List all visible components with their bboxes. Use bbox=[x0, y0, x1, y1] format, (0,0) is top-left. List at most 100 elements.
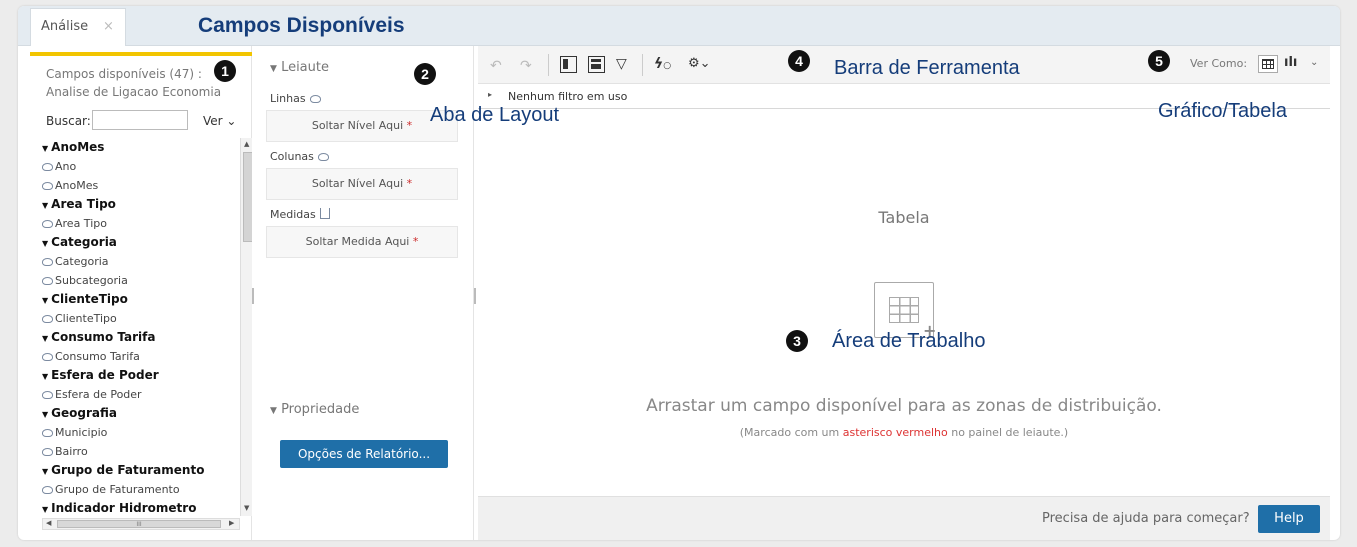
properties-section-title: Propriedade bbox=[281, 402, 360, 417]
scroll-left-icon[interactable]: ◀ bbox=[46, 519, 51, 527]
tree-level[interactable]: Ano bbox=[42, 157, 238, 176]
level-icon bbox=[42, 163, 53, 171]
search-label: Buscar: bbox=[46, 114, 91, 128]
tree-group[interactable]: ▼ Indicador Hidrometro bbox=[42, 499, 238, 516]
annotation-badge-1: 1 bbox=[214, 60, 236, 82]
tree-group[interactable]: ▼ Area Tipo bbox=[42, 195, 238, 214]
annotation-area: Área de Trabalho bbox=[832, 330, 986, 352]
tree-item-label: Grupo de Faturamento bbox=[55, 483, 180, 496]
filter-icon[interactable]: ▽ bbox=[616, 56, 627, 72]
available-fields-panel: Campos disponíveis (47) : Analise de Lig… bbox=[30, 46, 254, 540]
properties-section-header[interactable]: ▼ Propriedade bbox=[270, 402, 359, 417]
required-asterisk: * bbox=[406, 119, 413, 132]
tab-analise[interactable]: Análise × bbox=[30, 8, 126, 46]
tree-item-label: Area Tipo bbox=[51, 197, 116, 211]
tree-item-label: AnoMes bbox=[55, 179, 99, 192]
layout-section-header[interactable]: ▼ Leiaute bbox=[270, 60, 329, 75]
tree-level[interactable]: Categoria bbox=[42, 252, 238, 271]
fields-source-label: Analise de Ligacao Economia bbox=[46, 85, 222, 99]
level-icon bbox=[42, 429, 53, 437]
tree-group[interactable]: ▼ Esfera de Poder bbox=[42, 366, 238, 385]
drag-instruction: Arrastar um campo disponível para as zon… bbox=[646, 396, 1162, 416]
settings-gear-icon[interactable]: ⚙⌄ bbox=[688, 56, 711, 71]
level-icon bbox=[317, 153, 329, 161]
fields-toggle-icon[interactable] bbox=[588, 56, 605, 73]
undo-icon[interactable]: ↶ bbox=[490, 58, 502, 74]
view-as-label: Ver Como: bbox=[1190, 57, 1248, 70]
tree-item-label: AnoMes bbox=[51, 140, 105, 154]
tab-label: Análise bbox=[41, 19, 89, 34]
collapse-arrow-icon: ▼ bbox=[42, 410, 49, 419]
panel-resize-handle[interactable] bbox=[252, 288, 254, 304]
tree-item-label: ClienteTipo bbox=[55, 312, 117, 325]
app-frame: Análise × Campos disponíveis (47) : Anal… bbox=[18, 6, 1340, 540]
tree-group[interactable]: ▼ Consumo Tarifa bbox=[42, 328, 238, 347]
panel-resize-handle[interactable] bbox=[474, 288, 476, 304]
tree-level[interactable]: Consumo Tarifa bbox=[42, 347, 238, 366]
level-icon bbox=[309, 95, 321, 103]
close-icon[interactable]: × bbox=[103, 19, 114, 34]
scroll-down-icon[interactable]: ▼ bbox=[244, 504, 249, 512]
tree-item-label: Consumo Tarifa bbox=[55, 350, 140, 363]
chart-view-icon[interactable]: ılı bbox=[1284, 55, 1297, 70]
help-button[interactable]: Help bbox=[1258, 505, 1320, 533]
calculation-icon[interactable]: ϟ○ bbox=[654, 56, 671, 72]
collapse-arrow-icon: ▼ bbox=[42, 144, 49, 153]
active-tab-indicator bbox=[30, 52, 252, 56]
annotation-badge-4: 4 bbox=[788, 50, 810, 72]
collapse-arrow-icon: ▼ bbox=[42, 372, 49, 381]
scroll-thumb-horizontal[interactable]: III bbox=[57, 520, 221, 528]
tree-item-label: Categoria bbox=[51, 235, 117, 249]
tree-level[interactable]: Esfera de Poder bbox=[42, 385, 238, 404]
tree-item-label: Area Tipo bbox=[55, 217, 107, 230]
measure-icon bbox=[319, 208, 330, 219]
table-view-button[interactable] bbox=[1258, 55, 1278, 73]
collapse-arrow-icon: ▼ bbox=[42, 239, 49, 248]
tree-item-label: Consumo Tarifa bbox=[51, 330, 156, 344]
redo-icon[interactable]: ↷ bbox=[520, 58, 532, 74]
tree-item-label: ClienteTipo bbox=[51, 292, 128, 306]
tree-level[interactable]: Subcategoria bbox=[42, 271, 238, 290]
collapse-arrow-icon: ▼ bbox=[42, 505, 49, 514]
tree-item-label: Subcategoria bbox=[55, 274, 128, 287]
scroll-up-icon[interactable]: ▲ bbox=[244, 140, 249, 148]
level-icon bbox=[42, 353, 53, 361]
tree-level[interactable]: AnoMes bbox=[42, 176, 238, 195]
red-asterisk-text: asterisco vermelho bbox=[842, 426, 948, 439]
tree-group[interactable]: ▼ Categoria bbox=[42, 233, 238, 252]
horizontal-scrollbar[interactable]: ◀ III ▶ bbox=[42, 518, 240, 530]
measures-drop-zone[interactable]: Soltar Medida Aqui * bbox=[266, 226, 458, 258]
tree-item-label: Grupo de Faturamento bbox=[51, 463, 205, 477]
columns-drop-zone[interactable]: Soltar Nível Aqui * bbox=[266, 168, 458, 200]
collapse-arrow-icon: ▼ bbox=[42, 201, 49, 210]
search-input[interactable] bbox=[92, 110, 188, 130]
level-icon bbox=[42, 448, 53, 456]
table-grid-icon bbox=[1262, 59, 1274, 69]
view-as-dropdown-icon[interactable]: ⌄ bbox=[1310, 57, 1318, 68]
annotation-toolbar: Barra de Ferramenta bbox=[834, 57, 1020, 79]
view-dropdown[interactable]: Ver ⌄ bbox=[203, 114, 236, 128]
filter-status-text: Nenhum filtro em uso bbox=[508, 90, 628, 103]
level-icon bbox=[42, 258, 53, 266]
report-options-button[interactable]: Opções de Relatório... bbox=[280, 440, 448, 468]
tree-group[interactable]: ▼ Grupo de Faturamento bbox=[42, 461, 238, 480]
layout-toggle-icon[interactable] bbox=[560, 56, 577, 73]
collapse-arrow-icon: ▼ bbox=[42, 334, 49, 343]
tree-level[interactable]: ClienteTipo bbox=[42, 309, 238, 328]
help-prompt: Precisa de ajuda para começar? bbox=[1042, 511, 1250, 526]
tree-level[interactable]: Municipio bbox=[42, 423, 238, 442]
tree-item-label: Ano bbox=[55, 160, 77, 173]
toolbar-separator bbox=[548, 54, 549, 76]
tree-group[interactable]: ▼ Geografia bbox=[42, 404, 238, 423]
tree-level[interactable]: Area Tipo bbox=[42, 214, 238, 233]
tree-level[interactable]: Bairro bbox=[42, 442, 238, 461]
collapse-arrow-icon: ▼ bbox=[42, 296, 49, 305]
expand-arrow-icon[interactable]: ▸ bbox=[488, 90, 492, 99]
annotation-campos: Campos Disponíveis bbox=[198, 14, 405, 37]
scroll-right-icon[interactable]: ▶ bbox=[229, 519, 234, 527]
tree-group[interactable]: ▼ AnoMes bbox=[42, 138, 238, 157]
level-icon bbox=[42, 277, 53, 285]
tree-group[interactable]: ▼ ClienteTipo bbox=[42, 290, 238, 309]
tree-level[interactable]: Grupo de Faturamento bbox=[42, 480, 238, 499]
tree-item-label: Esfera de Poder bbox=[51, 368, 159, 382]
